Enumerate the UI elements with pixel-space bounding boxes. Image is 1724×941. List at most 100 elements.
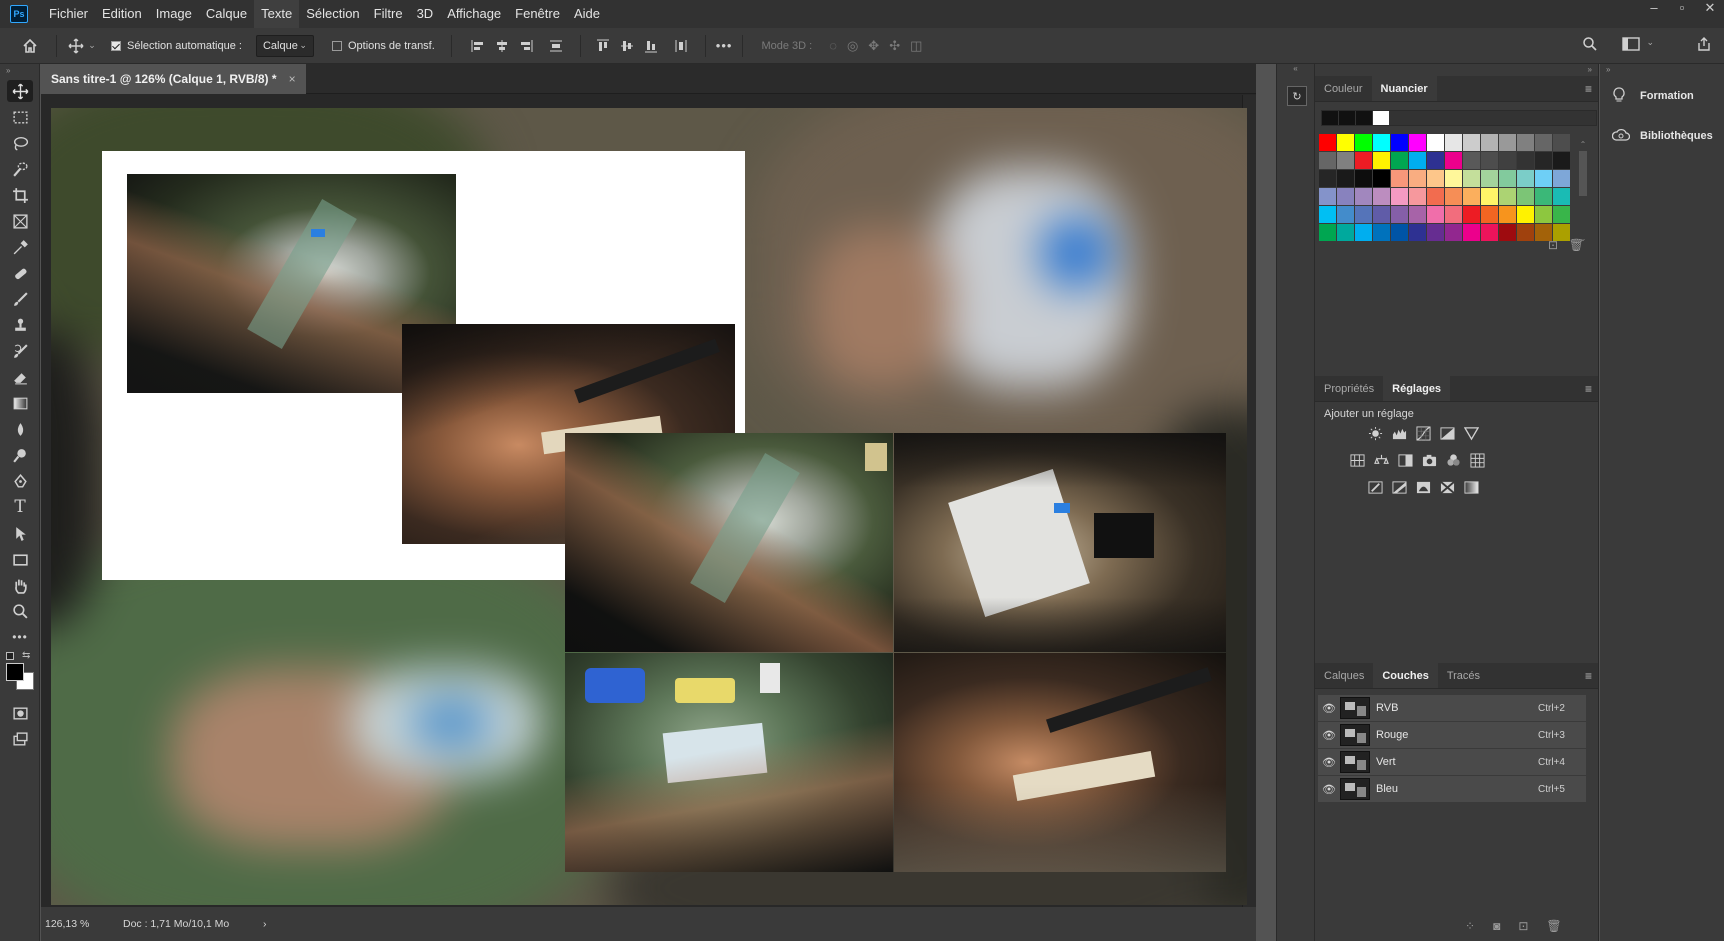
swatch[interactable] (1517, 134, 1534, 151)
zoom-tool[interactable] (0, 598, 40, 624)
chevron-down-icon[interactable]: ⌄ (1646, 37, 1654, 48)
swatch[interactable] (1373, 134, 1390, 151)
color-balance-icon[interactable] (1369, 451, 1393, 469)
align-right-icon[interactable] (518, 38, 534, 54)
trash-icon[interactable]: 🗑 (1546, 919, 1561, 933)
swatch[interactable] (1535, 134, 1552, 151)
swatch[interactable] (1373, 188, 1390, 205)
tab-proprietes[interactable]: Propriétés (1315, 376, 1383, 401)
swatch[interactable] (1409, 170, 1426, 187)
swatch[interactable] (1445, 134, 1462, 151)
more-tools-icon[interactable]: ••• (0, 624, 40, 650)
type-tool[interactable]: T (0, 494, 40, 520)
swatch[interactable] (1319, 134, 1336, 151)
swatch[interactable] (1409, 134, 1426, 151)
swatch[interactable] (1355, 170, 1372, 187)
auto-select-target-dropdown[interactable]: Calque ⌄ (255, 34, 314, 57)
panel-menu-icon[interactable]: ≡ (1585, 669, 1592, 683)
swatch[interactable] (1319, 206, 1336, 223)
swatch-scrollbar[interactable]: ⌃ ⌄ (1578, 140, 1588, 248)
swatch[interactable] (1391, 170, 1408, 187)
collapse-panels-icon[interactable]: » (1315, 64, 1598, 76)
tab-nuancier[interactable]: Nuancier (1371, 76, 1437, 101)
swatch[interactable] (1427, 152, 1444, 169)
menu-aide[interactable]: Aide (567, 0, 607, 28)
brightness-contrast-icon[interactable] (1363, 424, 1387, 442)
menu-image[interactable]: Image (149, 0, 199, 28)
photo-filter-icon[interactable] (1417, 451, 1441, 469)
align-bottom-icon[interactable] (643, 38, 659, 54)
swatch[interactable] (1445, 188, 1462, 205)
swatch[interactable] (1409, 224, 1426, 241)
new-swatch-icon[interactable]: ⊡ (1548, 238, 1558, 252)
align-top-icon[interactable] (595, 38, 611, 54)
swatch[interactable] (1463, 134, 1480, 151)
vibrance-icon[interactable] (1459, 424, 1483, 442)
swatch[interactable] (1319, 170, 1336, 187)
auto-select-checkbox[interactable] (111, 40, 121, 51)
swatch[interactable] (1337, 134, 1354, 151)
visibility-eye-icon[interactable]: 👁 (1318, 756, 1340, 769)
swatch[interactable] (1463, 152, 1480, 169)
hand-tool[interactable] (0, 572, 40, 598)
swatch[interactable] (1481, 206, 1498, 223)
menu-fichier[interactable]: Fichier (42, 0, 95, 28)
swatch[interactable] (1517, 206, 1534, 223)
swatch[interactable] (1463, 188, 1480, 205)
swatch[interactable] (1481, 152, 1498, 169)
swatch[interactable] (1481, 188, 1498, 205)
home-icon[interactable] (20, 38, 40, 54)
move-tool[interactable] (0, 78, 40, 104)
swatch[interactable] (1463, 170, 1480, 187)
recent-swatch[interactable] (1339, 111, 1355, 125)
swatch[interactable] (1427, 170, 1444, 187)
marquee-tool[interactable] (0, 104, 40, 130)
visibility-eye-icon[interactable]: 👁 (1318, 702, 1340, 715)
close-icon[interactable]: ✕ (1696, 0, 1724, 18)
channel-row-rouge[interactable]: 👁 Rouge Ctrl+3 (1318, 722, 1586, 749)
swatch[interactable] (1409, 188, 1426, 205)
distribute-vertical-icon[interactable] (548, 38, 564, 54)
quick-select-tool[interactable] (0, 156, 40, 182)
path-select-tool[interactable] (0, 520, 40, 546)
swatch[interactable] (1355, 224, 1372, 241)
save-selection-icon[interactable]: ◙ (1493, 919, 1500, 933)
recent-swatch[interactable] (1322, 111, 1338, 125)
swatch[interactable] (1553, 134, 1570, 151)
swatch[interactable] (1499, 170, 1516, 187)
swatch[interactable] (1355, 134, 1372, 151)
swatch[interactable] (1391, 206, 1408, 223)
menu-calque[interactable]: Calque (199, 0, 254, 28)
bibliotheques-button[interactable]: Bibliothèques (1600, 116, 1724, 156)
channel-row-rvb[interactable]: 👁 RVB Ctrl+2 (1318, 695, 1586, 722)
search-icon[interactable] (1582, 36, 1598, 52)
minimize-icon[interactable]: – (1640, 0, 1668, 18)
swatch[interactable] (1373, 152, 1390, 169)
tab-couleur[interactable]: Couleur (1315, 76, 1372, 101)
swatch[interactable] (1355, 152, 1372, 169)
visibility-eye-icon[interactable]: 👁 (1318, 729, 1340, 742)
lasso-tool[interactable] (0, 130, 40, 156)
menu-filtre[interactable]: Filtre (367, 0, 410, 28)
rectangle-tool[interactable] (0, 546, 40, 572)
swatch[interactable] (1355, 206, 1372, 223)
swatch[interactable] (1409, 152, 1426, 169)
chevron-down-icon[interactable]: ⌄ (85, 40, 99, 51)
swatch[interactable] (1481, 170, 1498, 187)
quick-mask-icon[interactable] (0, 700, 40, 726)
swatch[interactable] (1445, 170, 1462, 187)
swatch[interactable] (1553, 170, 1570, 187)
swatch[interactable] (1391, 152, 1408, 169)
tab-couches[interactable]: Couches (1373, 663, 1438, 688)
eraser-tool[interactable] (0, 364, 40, 390)
share-icon[interactable] (1696, 36, 1712, 52)
swatch[interactable] (1445, 224, 1462, 241)
close-icon[interactable]: × (289, 72, 296, 86)
foreground-color[interactable] (6, 663, 24, 681)
swatch[interactable] (1391, 134, 1408, 151)
channel-row-vert[interactable]: 👁 Vert Ctrl+4 (1318, 749, 1586, 776)
tab-calques[interactable]: Calques (1315, 663, 1373, 688)
swatch[interactable] (1463, 224, 1480, 241)
swatch[interactable] (1391, 188, 1408, 205)
invert-icon[interactable] (1363, 478, 1387, 496)
